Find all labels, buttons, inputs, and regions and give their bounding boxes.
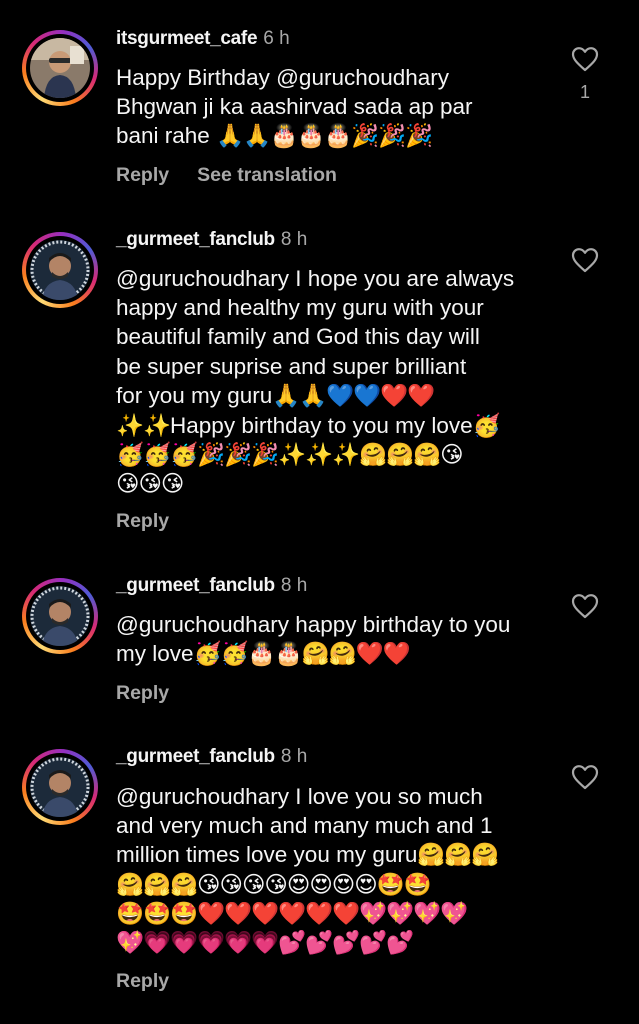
story-ring-avatar[interactable] bbox=[22, 578, 98, 654]
mention-link[interactable]: @guruchoudhary bbox=[116, 784, 289, 809]
see-translation-button[interactable]: See translation bbox=[197, 164, 337, 186]
timestamp: 8 h bbox=[280, 229, 308, 250]
comment-actions: Reply See translation bbox=[116, 164, 337, 187]
comment-line: @guruchoudhary I hope you are always bbox=[116, 264, 556, 293]
comment-line: million times love you my guru🤗🤗🤗 bbox=[116, 840, 556, 870]
comment-text-segment: happy birthday to you bbox=[288, 612, 511, 637]
comment-text-segment: I love you so much bbox=[288, 784, 483, 809]
comment-meta: itsgurmeet_cafe 6 h bbox=[116, 28, 290, 50]
comment-text-segment: my love bbox=[116, 641, 194, 667]
comment-line: bani rahe 🙏🙏🎂🎂🎂🎉🎉🎉 bbox=[116, 121, 556, 151]
comment-meta: _gurmeet_fanclub 8 h bbox=[116, 746, 307, 768]
heart-icon[interactable] bbox=[571, 593, 599, 619]
like-count: 1 bbox=[579, 82, 590, 102]
heart-icon[interactable] bbox=[571, 764, 599, 790]
emoji-line: 🤩🤩🤩❤️❤️❤️❤️❤️❤️💖💖💖💖 bbox=[116, 900, 468, 927]
emoji-line: 💖💗💗💗💗💗💕💕💕💕💕 bbox=[116, 930, 414, 957]
comment-text-segment: bani rahe bbox=[116, 123, 217, 149]
comment-line: ✨✨Happy birthday to you my love🥳 bbox=[116, 411, 556, 441]
emoji-sequence: 🥳🥳🎂🎂🤗🤗❤️❤️ bbox=[193, 641, 411, 668]
comment-actions: Reply bbox=[116, 510, 169, 533]
story-ring-avatar[interactable] bbox=[22, 30, 98, 106]
mention-link[interactable]: @guruchoudhary bbox=[116, 612, 289, 637]
emoji-sequence: ✨✨ bbox=[116, 413, 171, 440]
emoji-line: 🥳🥳🥳🎉🎉🎉✨✨✨🤗🤗🤗😘 bbox=[116, 442, 464, 469]
avatar bbox=[30, 586, 90, 646]
comment-line: and very much and many much and 1 bbox=[116, 813, 493, 839]
emoji-line: 😘😘😘 bbox=[116, 471, 184, 498]
avatar bbox=[30, 240, 90, 300]
emoji-sequence: 🤗🤗🤗 bbox=[417, 842, 499, 869]
username[interactable]: _gurmeet_fanclub bbox=[116, 575, 275, 596]
reply-button[interactable]: Reply bbox=[116, 970, 169, 992]
comment-line: for you my guru🙏🙏💙💙❤️❤️ bbox=[116, 381, 556, 411]
comment-actions: Reply bbox=[116, 970, 169, 993]
username[interactable]: _gurmeet_fanclub bbox=[116, 229, 275, 250]
emoji-line: 🤗🤗🤗😘😘😘😘😍😍😍😍🤩🤩 bbox=[116, 871, 432, 898]
mention-link[interactable]: @guruchoudhary bbox=[276, 65, 449, 90]
comment-text: @guruchoudhary I hope you are always hap… bbox=[116, 264, 556, 500]
comment-text-segment: million times love you my guru bbox=[116, 842, 418, 868]
comment-text: @guruchoudhary happy birthday to you my … bbox=[116, 610, 556, 669]
reply-button[interactable]: Reply bbox=[116, 164, 169, 186]
comment-text-segment: Happy birthday to you my love bbox=[170, 413, 473, 439]
comment-line: be super suprise and super brilliant bbox=[116, 353, 467, 379]
story-ring-avatar[interactable] bbox=[22, 749, 98, 825]
avatar bbox=[30, 757, 90, 817]
avatar bbox=[30, 38, 90, 98]
reply-button[interactable]: Reply bbox=[116, 682, 169, 704]
comment-text-segment: for you my guru bbox=[116, 382, 273, 408]
comment-line: Happy Birthday @guruchoudhary bbox=[116, 63, 556, 92]
mention-link[interactable]: @guruchoudhary bbox=[116, 266, 289, 291]
timestamp: 8 h bbox=[280, 575, 308, 596]
emoji-sequence: 🙏🙏🎂🎂🎂🎉🎉🎉 bbox=[216, 123, 433, 150]
comment-line: happy and healthy my guru with your bbox=[116, 295, 484, 321]
heart-icon[interactable] bbox=[571, 247, 599, 273]
timestamp: 8 h bbox=[280, 746, 308, 767]
comment-meta: _gurmeet_fanclub 8 h bbox=[116, 229, 307, 251]
reply-button[interactable]: Reply bbox=[116, 510, 169, 532]
comment-text: @guruchoudhary I love you so much and ve… bbox=[116, 782, 556, 958]
comment-line: @guruchoudhary I love you so much bbox=[116, 782, 556, 811]
comment-line: Bhgwan ji ka aashirvad sada ap par bbox=[116, 94, 473, 120]
story-ring-avatar[interactable] bbox=[22, 232, 98, 308]
emoji-sequence: 🥳 bbox=[472, 413, 501, 440]
username[interactable]: itsgurmeet_cafe bbox=[116, 28, 258, 49]
comment-text-segment: I hope you are always bbox=[288, 266, 515, 291]
comment-text-prefix: Happy Birthday bbox=[116, 65, 277, 90]
comment-meta: _gurmeet_fanclub 8 h bbox=[116, 575, 307, 597]
comment-actions: Reply bbox=[116, 682, 169, 705]
emoji-sequence: 🙏🙏💙💙❤️❤️ bbox=[272, 382, 435, 409]
comment-line: beautiful family and God this day will bbox=[116, 324, 480, 350]
comment-line: @guruchoudhary happy birthday to you bbox=[116, 610, 556, 639]
heart-icon[interactable] bbox=[571, 46, 599, 72]
comment-text: Happy Birthday @guruchoudhary Bhgwan ji … bbox=[116, 63, 556, 152]
comment-line: my love🥳🥳🎂🎂🤗🤗❤️❤️ bbox=[116, 639, 556, 669]
timestamp: 6 h bbox=[263, 28, 290, 49]
username[interactable]: _gurmeet_fanclub bbox=[116, 746, 275, 767]
